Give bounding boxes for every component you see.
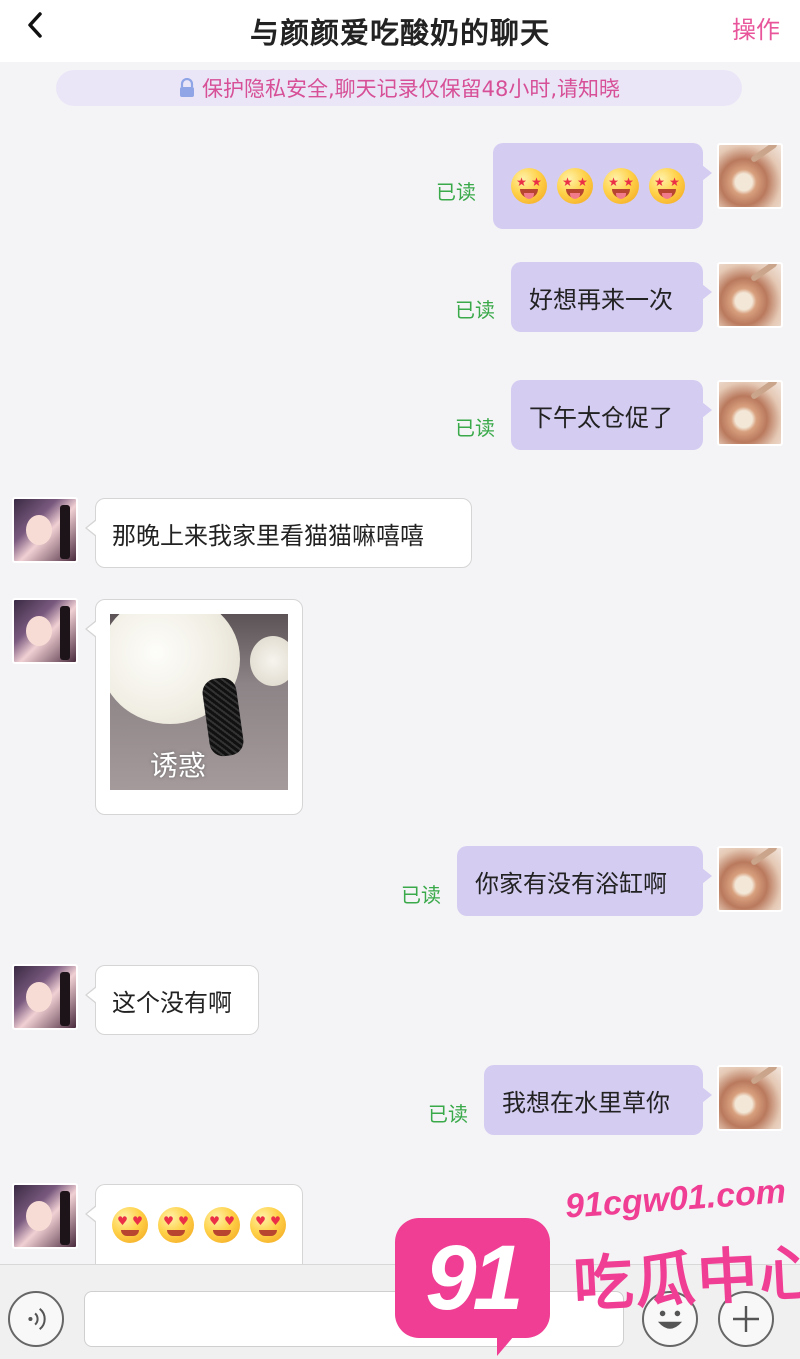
heart-eyes-face-icon: ♥ ♥ xyxy=(112,1206,148,1243)
contact-avatar[interactable] xyxy=(12,497,78,563)
read-status: 已读 xyxy=(455,298,495,322)
action-button[interactable]: 操作 xyxy=(732,10,780,45)
sticker-caption: 诱惑 xyxy=(150,749,207,782)
my-avatar[interactable] xyxy=(717,380,783,446)
read-status: 已读 xyxy=(401,883,441,907)
heart-eyes-face-icon: ♥ ♥ xyxy=(204,1206,240,1243)
message-bubble-me[interactable]: 我想在水里草你 xyxy=(484,1065,712,1135)
message-text: 下午太仓促了 xyxy=(529,403,673,432)
message-text: 好想再来一次 xyxy=(529,285,673,314)
contact-avatar[interactable] xyxy=(12,964,78,1030)
plus-icon[interactable] xyxy=(718,1291,774,1347)
lock-icon xyxy=(179,78,194,97)
input-bar xyxy=(0,1264,800,1359)
star-struck-face-icon: ★ ★ xyxy=(511,168,547,204)
my-avatar[interactable] xyxy=(717,143,783,209)
sticker-image[interactable]: 诱惑 xyxy=(110,614,288,790)
message-input[interactable] xyxy=(84,1291,624,1347)
message-bubble-me[interactable]: 你家有没有浴缸啊 xyxy=(457,846,712,916)
smiley-icon[interactable] xyxy=(642,1291,698,1347)
message-text: 这个没有啊 xyxy=(112,988,232,1017)
message-bubble-contact[interactable]: 那晚上来我家里看猫猫嘛嘻嘻 xyxy=(85,498,472,568)
message-bubble-contact[interactable]: ♥ ♥ ♥ ♥ ♥ ♥ ♥ ♥ xyxy=(85,1184,303,1264)
my-avatar[interactable] xyxy=(717,846,783,912)
my-avatar[interactable] xyxy=(717,262,783,328)
message-text: 那晚上来我家里看猫猫嘛嘻嘻 xyxy=(112,521,424,550)
star-struck-face-icon: ★ ★ xyxy=(557,168,593,204)
message-bubble-contact[interactable]: 这个没有啊 xyxy=(85,965,259,1035)
message-text: 我想在水里草你 xyxy=(502,1088,670,1117)
privacy-notice-text: 保护隐私安全,聊天记录仅保留48小时,请知晓 xyxy=(201,77,621,101)
my-avatar[interactable] xyxy=(717,1065,783,1131)
message-bubble-me[interactable]: 下午太仓促了 xyxy=(511,380,712,450)
heart-eyes-face-icon: ♥ ♥ xyxy=(158,1206,194,1243)
read-status: 已读 xyxy=(455,416,495,440)
contact-avatar[interactable] xyxy=(12,598,78,664)
message-bubble-me[interactable]: 好想再来一次 xyxy=(511,262,712,332)
privacy-notice: 保护隐私安全,聊天记录仅保留48小时,请知晓 xyxy=(56,70,742,106)
message-text: 你家有没有浴缸啊 xyxy=(475,869,667,898)
chat-title: 与颜颜爱吃酸奶的聊天 xyxy=(249,16,550,50)
star-struck-face-icon: ★ ★ xyxy=(649,168,685,204)
read-status: 已读 xyxy=(428,1102,468,1126)
voice-icon[interactable] xyxy=(8,1291,64,1347)
image-message[interactable]: 诱惑 xyxy=(85,599,303,815)
watermark-url: 91cgw01.com xyxy=(563,1172,788,1226)
chat-header: 与颜颜爱吃酸奶的聊天 操作 xyxy=(0,0,800,62)
message-bubble-me[interactable]: ★ ★ ★ ★ ★ ★ ★ ★ xyxy=(493,143,712,229)
contact-avatar[interactable] xyxy=(12,1183,78,1249)
heart-eyes-face-icon: ♥ ♥ xyxy=(250,1206,286,1243)
read-status: 已读 xyxy=(436,180,476,204)
star-struck-face-icon: ★ ★ xyxy=(603,168,639,204)
